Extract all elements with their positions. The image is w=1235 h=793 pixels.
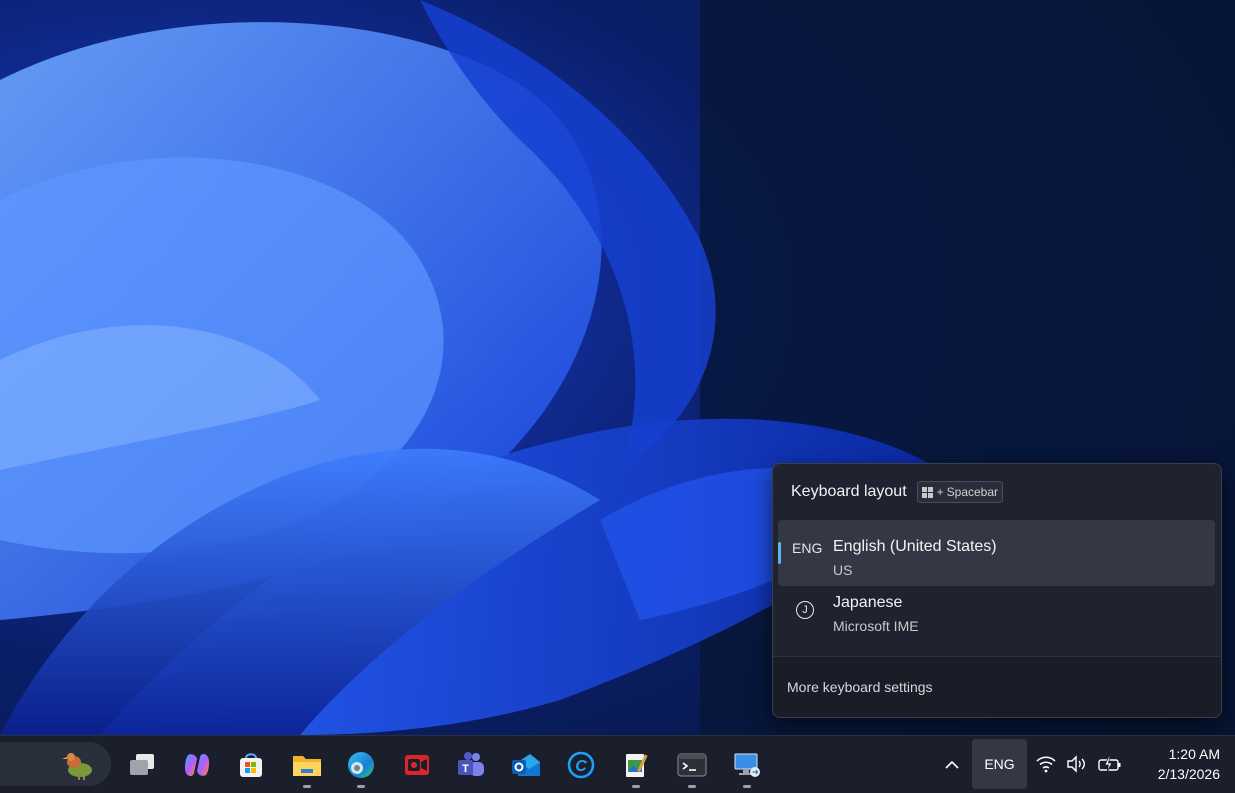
- chevron-up-icon: [945, 760, 959, 769]
- clock-time: 1:20 AM: [1168, 746, 1220, 762]
- microsoft-store-icon: [240, 753, 262, 777]
- microsoft-store-button[interactable]: [231, 745, 271, 785]
- notepad-icon: [626, 754, 648, 777]
- volume-icon: [1067, 755, 1085, 773]
- language-layout: Microsoft IME: [833, 618, 919, 634]
- language-item-english[interactable]: ENG English (United States) US: [778, 520, 1215, 586]
- running-indicator: [632, 785, 640, 788]
- selection-indicator: [778, 542, 781, 564]
- battery-charging-icon: [1098, 755, 1121, 773]
- flyout-footer: More keyboard settings: [773, 656, 1221, 717]
- file-explorer-button[interactable]: [287, 745, 327, 788]
- teams-icon: T: [458, 752, 484, 776]
- ime-circle-icon: J: [796, 601, 814, 619]
- terminal-icon: [677, 753, 707, 777]
- outlook-icon: [512, 754, 540, 776]
- ccleaner-button[interactable]: C: [561, 745, 601, 785]
- outlook-button[interactable]: [506, 745, 546, 785]
- language-layout: US: [833, 562, 853, 578]
- clock-date: 2/13/2026: [1157, 766, 1220, 782]
- flyout-title: Keyboard layout: [791, 483, 907, 500]
- show-hidden-icons-button[interactable]: [938, 752, 966, 778]
- wifi-status[interactable]: [1035, 753, 1057, 775]
- svg-text:T: T: [462, 763, 469, 775]
- screen-recorder-button[interactable]: [397, 745, 437, 785]
- more-keyboard-settings-link[interactable]: More keyboard settings: [787, 679, 933, 695]
- keyboard-layout-flyout: Keyboard layout + Spacebar ENG English (…: [772, 463, 1222, 718]
- windows-key-icon: [921, 486, 933, 498]
- copilot-button[interactable]: [177, 745, 217, 785]
- running-indicator: [743, 785, 751, 788]
- ccleaner-icon: C: [567, 751, 595, 779]
- copilot-icon: [184, 754, 210, 776]
- volume-status[interactable]: [1065, 753, 1087, 775]
- svg-text:C: C: [575, 758, 587, 775]
- edge-button[interactable]: [341, 745, 381, 788]
- running-indicator: [688, 785, 696, 788]
- language-indicator-button[interactable]: ENG: [972, 739, 1027, 789]
- remote-desktop-button[interactable]: [727, 745, 767, 788]
- remote-desktop-icon: [734, 753, 760, 777]
- teams-button[interactable]: T: [451, 745, 491, 785]
- language-code: ENG: [792, 540, 823, 556]
- language-item-japanese[interactable]: J Japanese Microsoft IME: [778, 588, 1215, 654]
- widget-bird-icon: [62, 753, 92, 780]
- running-indicator: [357, 785, 365, 788]
- running-indicator: [303, 785, 311, 788]
- wifi-icon: [1036, 756, 1056, 773]
- shortcut-plus: +: [936, 485, 944, 499]
- widgets-button[interactable]: [0, 742, 111, 786]
- notepad-button[interactable]: [616, 745, 656, 788]
- file-explorer-icon: [293, 756, 321, 776]
- language-name: Japanese: [833, 594, 903, 611]
- clock[interactable]: 1:20 AM 2/13/2026: [1136, 744, 1220, 784]
- terminal-button[interactable]: [672, 745, 712, 788]
- language-name: English (United States): [833, 538, 997, 555]
- shortcut-hint: + Spacebar: [916, 481, 1004, 503]
- task-view-button[interactable]: [122, 745, 162, 785]
- screen-recorder-icon: [405, 755, 429, 775]
- battery-status[interactable]: [1097, 753, 1123, 775]
- shortcut-key: Spacebar: [946, 485, 999, 499]
- flyout-header: Keyboard layout + Spacebar: [791, 481, 1004, 503]
- task-view-icon: [130, 754, 154, 775]
- edge-icon: [348, 752, 374, 778]
- taskbar: T C ENG 1:20 AM 2/13/2026: [0, 735, 1235, 793]
